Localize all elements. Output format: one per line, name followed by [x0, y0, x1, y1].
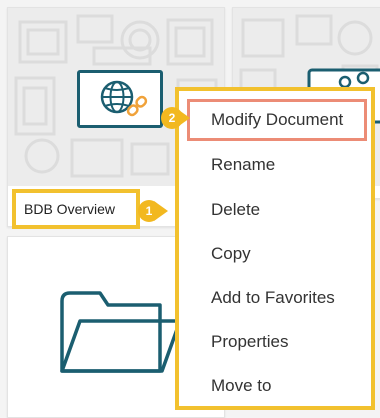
menu-item-move-to[interactable]: Move to — [187, 365, 367, 407]
context-menu: Modify Document Rename Delete Copy Add t… — [175, 87, 375, 410]
globe-link-icon — [77, 70, 163, 128]
folder-icon — [60, 291, 182, 373]
menu-item-delete[interactable]: Delete — [187, 189, 367, 231]
menu-item-modify-document[interactable]: Modify Document — [187, 99, 367, 141]
menu-item-add-to-favorites[interactable]: Add to Favorites — [187, 277, 367, 319]
menu-item-copy[interactable]: Copy — [187, 233, 367, 275]
card-title-text: BDB Overview — [24, 201, 116, 217]
step-1-badge: 1 — [138, 200, 160, 222]
menu-item-properties[interactable]: Properties — [187, 321, 367, 363]
card-title[interactable]: BDB Overview — [12, 189, 140, 229]
step-2-badge: 2 — [161, 107, 183, 129]
menu-item-rename[interactable]: Rename — [187, 144, 367, 186]
